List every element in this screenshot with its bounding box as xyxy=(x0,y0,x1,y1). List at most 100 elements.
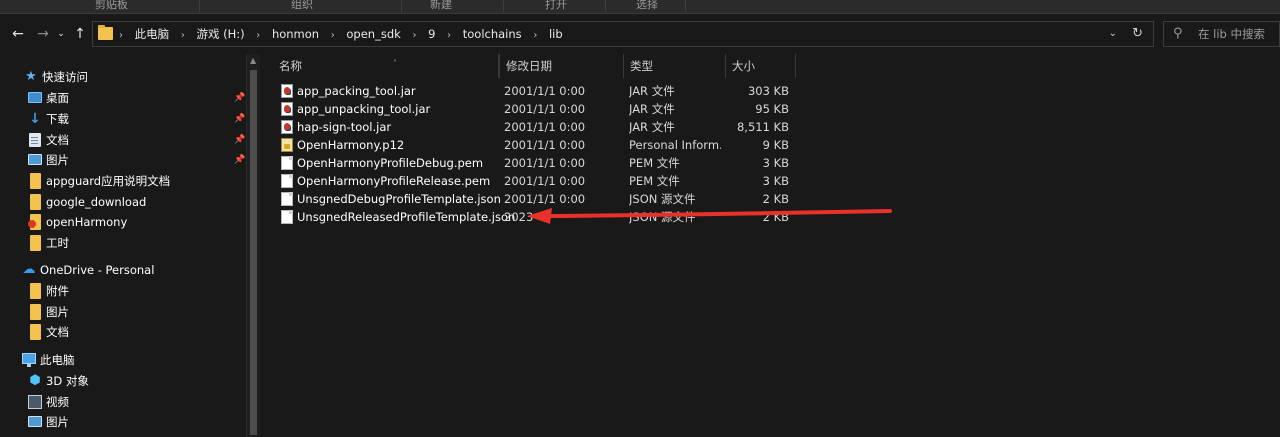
column-header-type[interactable]: 类型 xyxy=(624,54,726,78)
file-type: Personal Inform... xyxy=(629,138,721,152)
file-type: JAR 文件 xyxy=(629,84,675,98)
file-row[interactable]: OpenHarmonyProfileRelease.pem 2001/1/1 0… xyxy=(277,172,797,190)
breadcrumb-separator: › xyxy=(256,30,261,41)
breadcrumb-this-pc[interactable]: 此电脑 xyxy=(135,22,170,46)
breadcrumb-toolchains[interactable]: toolchains xyxy=(463,22,522,46)
chevron-down-icon: ⌄ xyxy=(1108,28,1117,39)
computer-icon xyxy=(22,353,36,367)
address-bar[interactable]: › 此电脑 › 游戏 (H:) › honmon › open_sdk › 9 … xyxy=(92,21,1154,47)
file-date: 2023 xyxy=(504,210,534,224)
nav-item-documents[interactable]: 文档 📌 xyxy=(28,130,246,150)
scroll-up-icon[interactable]: ▲ xyxy=(250,56,256,65)
column-header-size-label: 大小 xyxy=(732,59,755,73)
breadcrumb-9[interactable]: 9 xyxy=(428,22,435,46)
file-size: 95 KB xyxy=(755,102,789,116)
file-row[interactable]: UnsgnedDebugProfileTemplate.json 2001/1/… xyxy=(277,190,797,208)
file-row[interactable]: app_unpacking_tool.jar 2001/1/1 0:00 JAR… xyxy=(277,100,797,118)
file-date: 2001/1/1 0:00 xyxy=(504,174,586,188)
file-name: app_packing_tool.jar xyxy=(297,84,416,98)
breadcrumb-separator: › xyxy=(533,30,538,41)
breadcrumb-separator: › xyxy=(119,30,123,41)
folder-icon xyxy=(30,173,41,189)
file-date: 2001/1/1 0:00 xyxy=(504,84,586,98)
folder-icon xyxy=(98,25,113,40)
file-size: 8,511 KB xyxy=(736,120,789,134)
nav-item-downloads[interactable]: ↓ 下载 📌 xyxy=(28,109,246,129)
breadcrumb: › 此电脑 › 游戏 (H:) › honmon › open_sdk › 9 … xyxy=(119,22,563,46)
nav-item-desktop[interactable]: 桌面 📌 xyxy=(28,88,246,108)
scrollbar-thumb[interactable] xyxy=(250,70,257,435)
blank-file-icon xyxy=(281,174,293,188)
forward-button[interactable]: → xyxy=(33,24,53,44)
pin-icon[interactable]: 📌 xyxy=(234,88,245,108)
folder-icon xyxy=(30,235,41,251)
jar-file-icon xyxy=(281,120,293,134)
column-header-name-label: 名称 xyxy=(279,59,302,73)
file-row[interactable]: hap-sign-tool.jar 2001/1/1 0:00 JAR 文件 8… xyxy=(277,118,797,136)
breadcrumb-honmon[interactable]: honmon xyxy=(272,22,319,46)
pin-icon[interactable]: 📌 xyxy=(234,150,245,170)
file-date: 2001/1/1 0:00 xyxy=(504,192,586,206)
nav-item-label: 文档 xyxy=(46,133,69,147)
chevron-down-icon: ⌄ xyxy=(57,29,65,39)
star-icon: ★ xyxy=(25,69,37,84)
document-icon xyxy=(29,133,41,147)
file-name: OpenHarmonyProfileDebug.pem xyxy=(297,156,484,170)
file-name: OpenHarmony.p12 xyxy=(297,138,405,152)
folder-icon xyxy=(30,304,41,320)
breadcrumb-separator: › xyxy=(180,30,185,41)
file-row[interactable]: OpenHarmonyProfileDebug.pem 2001/1/1 0:0… xyxy=(277,154,797,172)
folder-icon xyxy=(30,194,41,210)
arrow-right-icon: → xyxy=(37,26,49,42)
breadcrumb-drive-h[interactable]: 游戏 (H:) xyxy=(196,22,244,46)
search-box[interactable]: ⚲ 在 lib 中搜索 xyxy=(1163,21,1280,47)
breadcrumb-open-sdk[interactable]: open_sdk xyxy=(346,22,400,46)
ribbon-group-clipboard: 剪贴板 xyxy=(0,0,200,12)
pin-icon[interactable]: 📌 xyxy=(234,109,245,129)
refresh-button[interactable]: ↻ xyxy=(1132,22,1143,46)
file-row[interactable]: OpenHarmony.p12 2001/1/1 0:00 Personal I… xyxy=(277,136,797,154)
desktop-icon xyxy=(28,92,42,103)
navigation-pane-scrollbar[interactable]: ▲ xyxy=(246,54,260,437)
nav-item-label: 图片 xyxy=(46,415,69,429)
folder-icon xyxy=(28,214,41,230)
file-name: OpenHarmonyProfileRelease.pem xyxy=(297,174,491,188)
breadcrumb-separator: › xyxy=(330,30,335,41)
folder-icon xyxy=(30,324,41,340)
file-name: UnsgnedReleasedProfileTemplate.json xyxy=(297,210,516,224)
column-header-date[interactable]: 修改日期 xyxy=(499,54,624,78)
file-size: 303 KB xyxy=(747,84,789,98)
file-name: hap-sign-tool.jar xyxy=(297,120,392,134)
blank-file-icon xyxy=(281,210,293,224)
recent-locations-button[interactable]: ⌄ xyxy=(54,24,68,44)
ribbon-group-new: 新建 xyxy=(402,0,504,12)
breadcrumb-separator: › xyxy=(447,30,452,41)
nav-item-label: openHarmony xyxy=(46,215,128,229)
blank-file-icon xyxy=(281,192,293,206)
nav-item-label: 图片 xyxy=(46,153,69,167)
file-size: 3 KB xyxy=(762,156,789,170)
file-row[interactable]: app_packing_tool.jar 2001/1/1 0:00 JAR 文… xyxy=(277,82,797,100)
refresh-icon: ↻ xyxy=(1132,26,1143,41)
column-header-size[interactable]: 大小 xyxy=(726,54,796,78)
certificate-file-icon xyxy=(281,138,293,152)
nav-item-label: 桌面 xyxy=(46,91,69,105)
file-row[interactable]: UnsgnedReleasedProfileTemplate.json 2023… xyxy=(277,208,797,226)
breadcrumb-lib[interactable]: lib xyxy=(549,22,563,46)
nav-item-label: 文档 xyxy=(46,325,69,339)
breadcrumb-separator: › xyxy=(412,30,417,41)
pictures-icon xyxy=(28,416,42,427)
ribbon-group-open: 打开 xyxy=(504,0,606,12)
pin-icon[interactable]: 📌 xyxy=(234,130,245,150)
cloud-icon: ☁ xyxy=(22,262,36,277)
column-header-name[interactable]: ˄ 名称 xyxy=(273,54,499,78)
up-button[interactable]: ↑ xyxy=(70,24,90,44)
file-type: JSON 源文件 xyxy=(629,210,696,224)
nav-item-pictures[interactable]: 图片 📌 xyxy=(28,150,246,170)
file-size: 2 KB xyxy=(762,210,789,224)
video-icon xyxy=(28,395,42,409)
address-history-dropdown[interactable]: ⌄ xyxy=(1109,22,1117,46)
file-date: 2001/1/1 0:00 xyxy=(504,138,586,152)
back-button[interactable]: ← xyxy=(8,24,28,44)
file-list-pane: ˄ 名称 修改日期 类型 大小 app_packing_tool.jar 200… xyxy=(261,54,1280,437)
